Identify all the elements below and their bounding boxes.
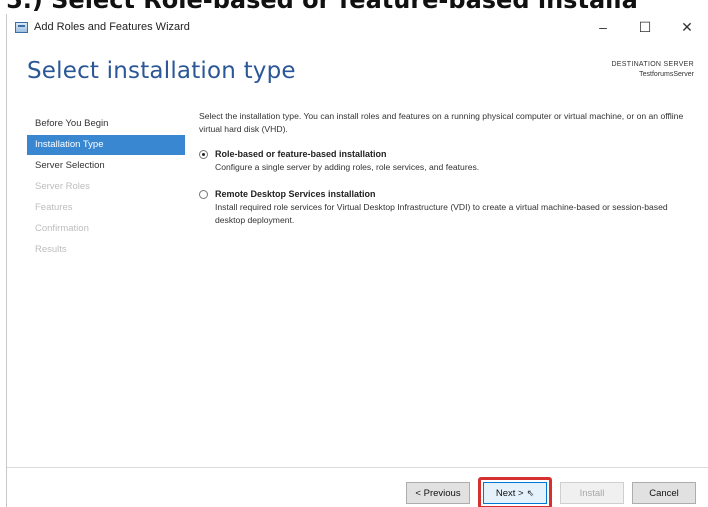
minimize-button[interactable]: – xyxy=(582,14,624,40)
cancel-button[interactable]: Cancel xyxy=(632,482,696,504)
nav-item-server-roles: Server Roles xyxy=(35,181,90,192)
nav-item-installation-type[interactable]: Installation Type xyxy=(27,135,185,155)
destination-server-info: DESTINATION SERVER TestforumsServer xyxy=(611,60,694,80)
destination-server-label: DESTINATION SERVER xyxy=(611,61,694,68)
intro-text: Select the installation type. You can in… xyxy=(199,111,684,134)
nav-item-results: Results xyxy=(35,244,67,255)
remote-desktop-radio[interactable] xyxy=(199,190,208,199)
option-role-based[interactable]: Role-based or feature-based installation… xyxy=(199,148,699,174)
remote-desktop-title: Remote Desktop Services installation xyxy=(215,189,376,199)
next-button-highlight: Next > ⇖ xyxy=(478,477,552,507)
nav-item-confirmation: Confirmation xyxy=(35,223,89,234)
mouse-cursor-icon: ⇖ xyxy=(526,487,535,498)
window-controls: – ☐ ✕ xyxy=(582,14,708,40)
remote-desktop-description: Install required role services for Virtu… xyxy=(215,202,668,225)
wizard-footer: < Previous Next > ⇖ Install Cancel xyxy=(7,467,708,507)
maximize-button[interactable]: ☐ xyxy=(624,14,666,40)
wizard-nav: Before You Begin Installation Type Serve… xyxy=(27,114,185,261)
wizard-window: Add Roles and Features Wizard – ☐ ✕ Sele… xyxy=(6,14,708,507)
previous-button[interactable]: < Previous xyxy=(406,482,470,504)
close-button[interactable]: ✕ xyxy=(666,14,708,40)
window-title: Add Roles and Features Wizard xyxy=(34,21,190,33)
main-content: Select the installation type. You can in… xyxy=(199,110,699,241)
role-based-description: Configure a single server by adding role… xyxy=(215,162,480,172)
nav-item-before-you-begin[interactable]: Before You Begin xyxy=(27,114,185,134)
role-based-title: Role-based or feature-based installation xyxy=(215,149,387,159)
role-based-radio[interactable] xyxy=(199,150,208,159)
next-button-label: Next > xyxy=(495,487,524,499)
page-caption: 5.) Select Role-based or feature-based i… xyxy=(0,0,708,13)
title-bar: Add Roles and Features Wizard – ☐ ✕ xyxy=(7,14,708,40)
next-button[interactable]: Next > ⇖ xyxy=(483,482,547,504)
nav-item-server-selection[interactable]: Server Selection xyxy=(27,156,185,176)
install-button: Install xyxy=(560,482,624,504)
footer-buttons: < Previous Next > ⇖ Install Cancel xyxy=(398,477,696,507)
destination-server-name: TestforumsServer xyxy=(639,71,694,78)
server-manager-icon xyxy=(15,21,28,33)
nav-item-features: Features xyxy=(35,202,73,213)
page-title: Select installation type xyxy=(27,58,296,84)
option-remote-desktop[interactable]: Remote Desktop Services installation Ins… xyxy=(199,188,699,227)
